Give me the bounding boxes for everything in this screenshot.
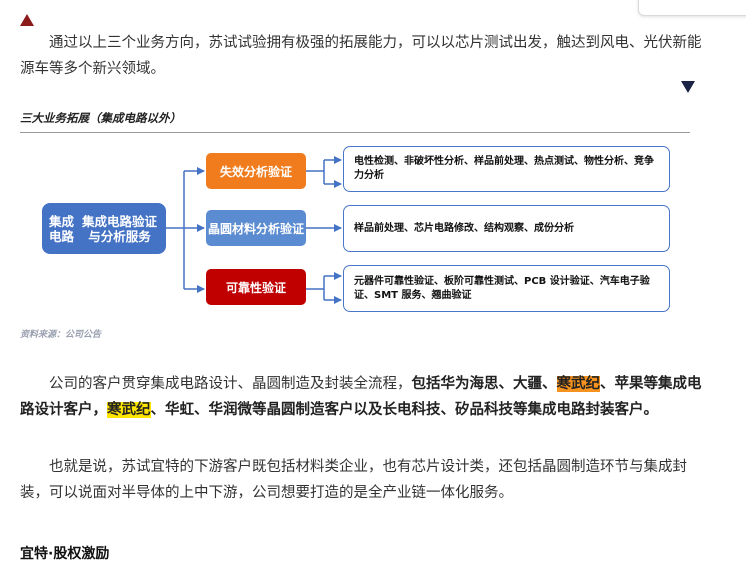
detail-text: 电性检测、非破坏性分析、样品前处理、热点测试、物性分析、竞争力分析 <box>354 156 654 181</box>
category-wafer-material-analysis: 晶圆材料分析验证 <box>206 210 306 246</box>
paragraph-customers: 公司的客户贯穿集成电路设计、晶圆制造及封装全流程，包括华为海思、大疆、寒武纪、苹… <box>20 371 710 423</box>
customers-intro-text: 公司的客户贯穿集成电路设计、晶圆制造及封装全流程， <box>49 376 412 392</box>
detail-text: 样品前处理、芯片电路修改、结构观察、成份分析 <box>354 222 574 234</box>
highlight-cambricon-orange: 寒武纪 <box>556 376 600 392</box>
detail-wafer-material-analysis: 样品前处理、芯片电路修改、结构观察、成份分析 <box>343 205 670 252</box>
customers-bold-3: 、华虹、华润微等晶圆制造客户以及长电科技、矽品科技等集成电路封装客户。 <box>150 402 659 418</box>
detail-text: 元器件可靠性验证、板阶可靠性测试、PCB 设计验证、汽车电子验证、SMT 服务、… <box>354 275 650 301</box>
category-reliability-verification: 可靠性验证 <box>206 269 306 305</box>
category-failure-analysis: 失效分析验证 <box>206 153 306 189</box>
figure-source: 资料来源：公司公告 <box>20 330 102 340</box>
detail-failure-analysis: 电性检测、非破坏性分析、样品前处理、热点测试、物性分析、竞争力分析 <box>343 146 670 192</box>
main-node-ic-verification: 集成电路 集成电路验证与分析服务 <box>42 203 166 254</box>
paragraph-summary: 也就是说，苏试宜特的下游客户既包括材料类企业，也有芯片设计类，还包括晶圆制造环节… <box>20 459 687 501</box>
highlight-cambricon-yellow: 寒武纪 <box>107 402 151 418</box>
customers-bold-1: 包括华为海思、大疆、 <box>411 376 557 392</box>
detail-reliability-verification: 元器件可靠性验证、板阶可靠性测试、PCB 设计验证、汽车电子验证、SMT 服务、… <box>343 265 670 312</box>
section-heading-equity-incentive: 宜特·股权激励 <box>20 546 110 562</box>
